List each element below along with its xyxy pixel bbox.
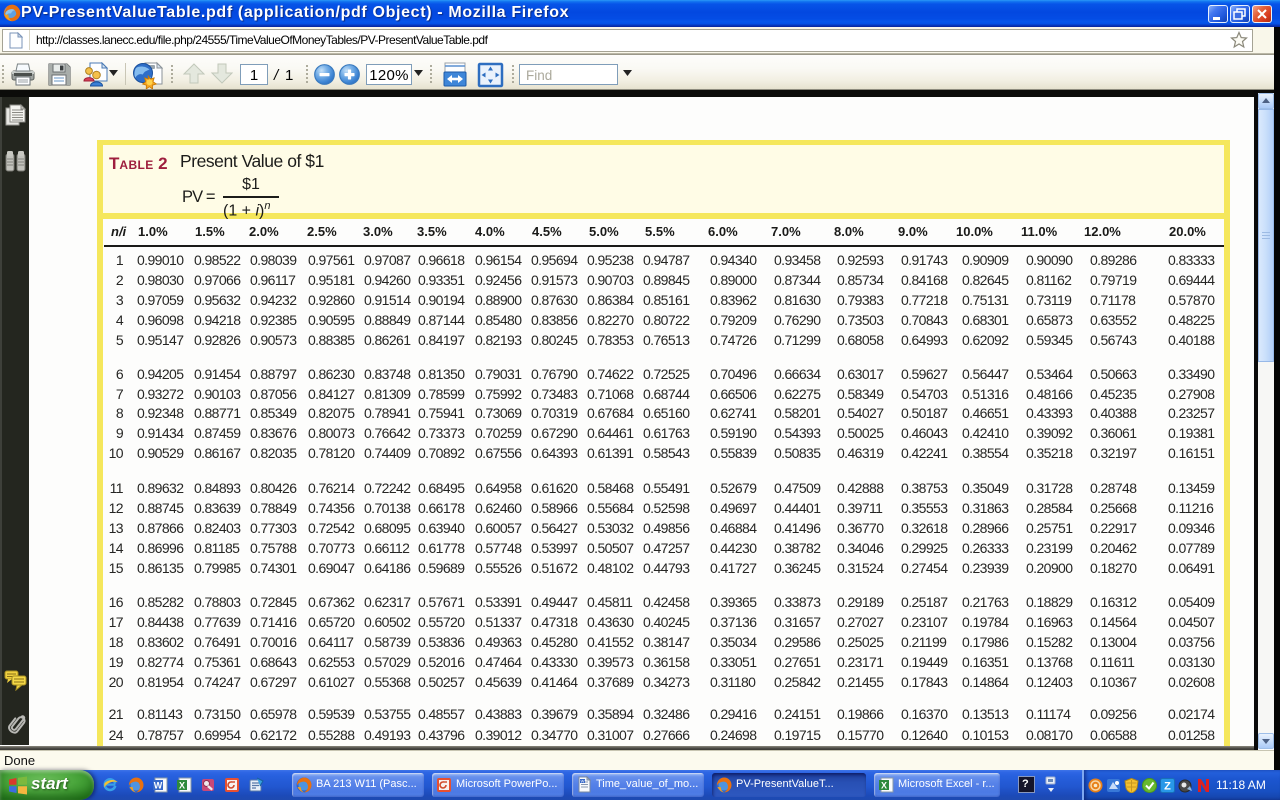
- svg-text:W: W: [581, 779, 585, 784]
- svg-text:W: W: [154, 781, 163, 791]
- svg-text:X: X: [881, 781, 887, 791]
- svg-text:X: X: [179, 781, 185, 791]
- svg-text:Z: Z: [1164, 781, 1171, 793]
